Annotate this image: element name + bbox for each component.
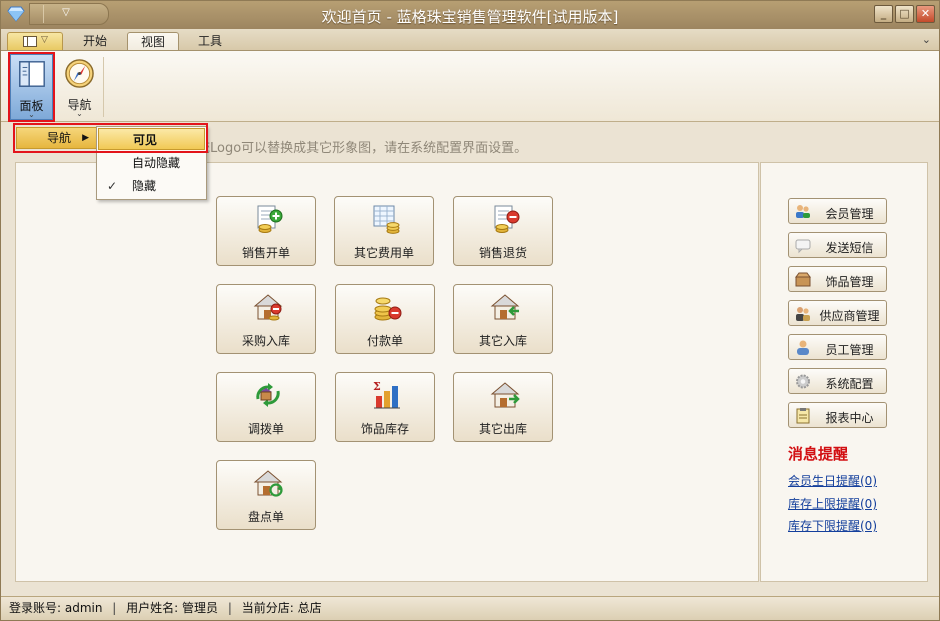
compass-icon	[65, 59, 94, 88]
status-bar: 登录账号: admin | 用户姓名: 管理员 | 当前分店: 总店	[1, 596, 939, 620]
sales-return-icon	[494, 205, 520, 233]
status-login-account: 登录账号: admin	[9, 601, 103, 615]
transfer-icon	[256, 383, 280, 407]
window-title: 欢迎首页 - 蓝格珠宝销售管理软件[试用版本]	[321, 8, 619, 26]
navigation-button[interactable]: 导航 ⌄	[58, 54, 101, 120]
submenu-item-label: 自动隐藏	[132, 156, 181, 170]
side-button-label: 员工管理	[825, 343, 874, 357]
svg-text:Σ: Σ	[373, 380, 381, 393]
maximize-button[interactable]: □	[895, 5, 914, 23]
title-bar: ▽ 欢迎首页 - 蓝格珠宝销售管理软件[试用版本] _ □ ✕	[1, 1, 939, 29]
message-reminder-title: 消息提醒	[788, 445, 849, 463]
members-icon	[796, 205, 810, 218]
jewelry-box-icon	[795, 272, 811, 287]
tile-label: 饰品库存	[360, 422, 409, 436]
tile-label: 调拨单	[247, 422, 284, 436]
tile-label: 其它入库	[478, 334, 527, 348]
app-window: ▽ 欢迎首页 - 蓝格珠宝销售管理软件[试用版本] _ □ ✕ ▽ 开始 视图 …	[0, 0, 940, 621]
submenu-item-auto-hide[interactable]: 自动隐藏	[98, 152, 205, 174]
tile-label: 付款单	[366, 334, 403, 348]
other-outbound-icon	[490, 382, 520, 408]
ribbon-tab-strip: ▽ 开始 视图 工具 ⌄	[1, 29, 939, 51]
gear-icon	[796, 374, 810, 389]
side-function-panel: 会员管理 发送短信 饰品管理 供应商管理 员工管理 系统配置 报表中心 消息提醒…	[760, 162, 928, 582]
employee-icon	[797, 340, 809, 355]
status-current-branch: 当前分店: 总店	[241, 601, 322, 615]
tile-other-fee[interactable]: 其它费用单	[334, 196, 434, 266]
side-button-label: 供应商管理	[819, 309, 880, 323]
side-button-send-sms[interactable]: 发送短信	[788, 232, 887, 258]
side-button-label: 系统配置	[825, 377, 874, 391]
highlight-box-menu	[13, 123, 208, 153]
tab-tools[interactable]: 工具	[187, 32, 233, 51]
tile-payment[interactable]: 付款单	[335, 284, 435, 354]
minimize-icon: _	[880, 7, 887, 20]
highlight-box-panel	[8, 52, 55, 122]
close-button[interactable]: ✕	[916, 5, 935, 23]
tile-other-inbound[interactable]: 其它入库	[453, 284, 553, 354]
quick-launch-panel: 销售开单 其它费用单 销售退货 采购入库 付款单 其它入库 调拨单 Σ 饰品库存…	[15, 162, 759, 582]
supplier-icon	[796, 307, 810, 321]
purchase-inbound-icon	[253, 294, 283, 321]
side-button-system-config[interactable]: 系统配置	[788, 368, 887, 394]
tile-sales-return[interactable]: 销售退货	[453, 196, 553, 266]
inventory-chart-icon: Σ	[373, 380, 400, 409]
side-button-employee[interactable]: 员工管理	[788, 334, 887, 360]
tile-sales-order[interactable]: 销售开单	[216, 196, 316, 266]
tile-label: 销售开单	[241, 246, 290, 260]
ribbon-collapse-chevron-icon[interactable]: ⌄	[922, 33, 931, 46]
tab-view[interactable]: 视图	[127, 32, 179, 51]
chevron-down-icon: ⌄	[76, 109, 83, 118]
tab-start[interactable]: 开始	[73, 32, 117, 51]
side-button-label: 会员管理	[825, 207, 874, 221]
ribbon-group-separator	[103, 57, 104, 117]
tile-label: 销售退货	[478, 246, 527, 260]
minimize-button[interactable]: _	[874, 5, 893, 23]
side-button-report-center[interactable]: 报表中心	[788, 402, 887, 428]
close-icon: ✕	[920, 7, 931, 20]
stocktake-icon	[253, 470, 283, 497]
link-stock-upper-limit[interactable]: 库存上限提醒(0)	[788, 495, 877, 512]
side-button-jewelry[interactable]: 饰品管理	[788, 266, 887, 292]
maximize-icon: □	[899, 7, 910, 20]
link-stock-lower-limit[interactable]: 库存下限提醒(0)	[788, 517, 877, 534]
status-user-name: 用户姓名: 管理员	[126, 601, 219, 615]
banner-hint-text: 统Logo可以替换成其它形象图，请在系统配置界面设置。	[197, 141, 528, 156]
side-button-label: 发送短信	[825, 241, 874, 255]
submenu-item-hide[interactable]: ✓ 隐藏	[98, 175, 205, 197]
tile-label: 其它出库	[478, 422, 527, 436]
tile-transfer[interactable]: 调拨单	[216, 372, 316, 442]
tile-label: 其它费用单	[353, 246, 414, 260]
side-button-label: 饰品管理	[825, 275, 874, 289]
sales-doc-add-icon	[257, 205, 283, 233]
application-menu-button[interactable]: ▽	[7, 32, 63, 50]
status-separator: |	[227, 601, 232, 615]
submenu-item-label: 隐藏	[132, 179, 157, 193]
checkmark-icon: ✓	[107, 179, 118, 193]
tile-label: 盘点单	[247, 510, 284, 524]
fee-sheet-coins-icon	[373, 205, 400, 234]
side-button-members[interactable]: 会员管理	[788, 198, 887, 224]
chevron-down-icon: ▽	[41, 35, 48, 45]
other-inbound-icon	[490, 294, 520, 320]
tile-purchase-inbound[interactable]: 采购入库	[216, 284, 316, 354]
tile-label: 采购入库	[241, 334, 290, 348]
panel-layout-icon	[23, 36, 37, 47]
side-button-label: 报表中心	[825, 411, 874, 425]
status-separator: |	[112, 601, 117, 615]
side-button-supplier[interactable]: 供应商管理	[788, 300, 887, 326]
report-clipboard-icon	[796, 408, 810, 424]
link-member-birthday[interactable]: 会员生日提醒(0)	[788, 472, 877, 489]
ribbon-panel: 面板 ⌄ 导航 ⌄	[1, 50, 939, 122]
window-controls: _ □ ✕	[874, 5, 935, 23]
tile-jewelry-inventory[interactable]: Σ 饰品库存	[335, 372, 435, 442]
payment-coins-icon	[374, 297, 402, 321]
sms-icon	[795, 239, 811, 254]
tile-other-outbound[interactable]: 其它出库	[453, 372, 553, 442]
tile-stocktake[interactable]: 盘点单	[216, 460, 316, 530]
